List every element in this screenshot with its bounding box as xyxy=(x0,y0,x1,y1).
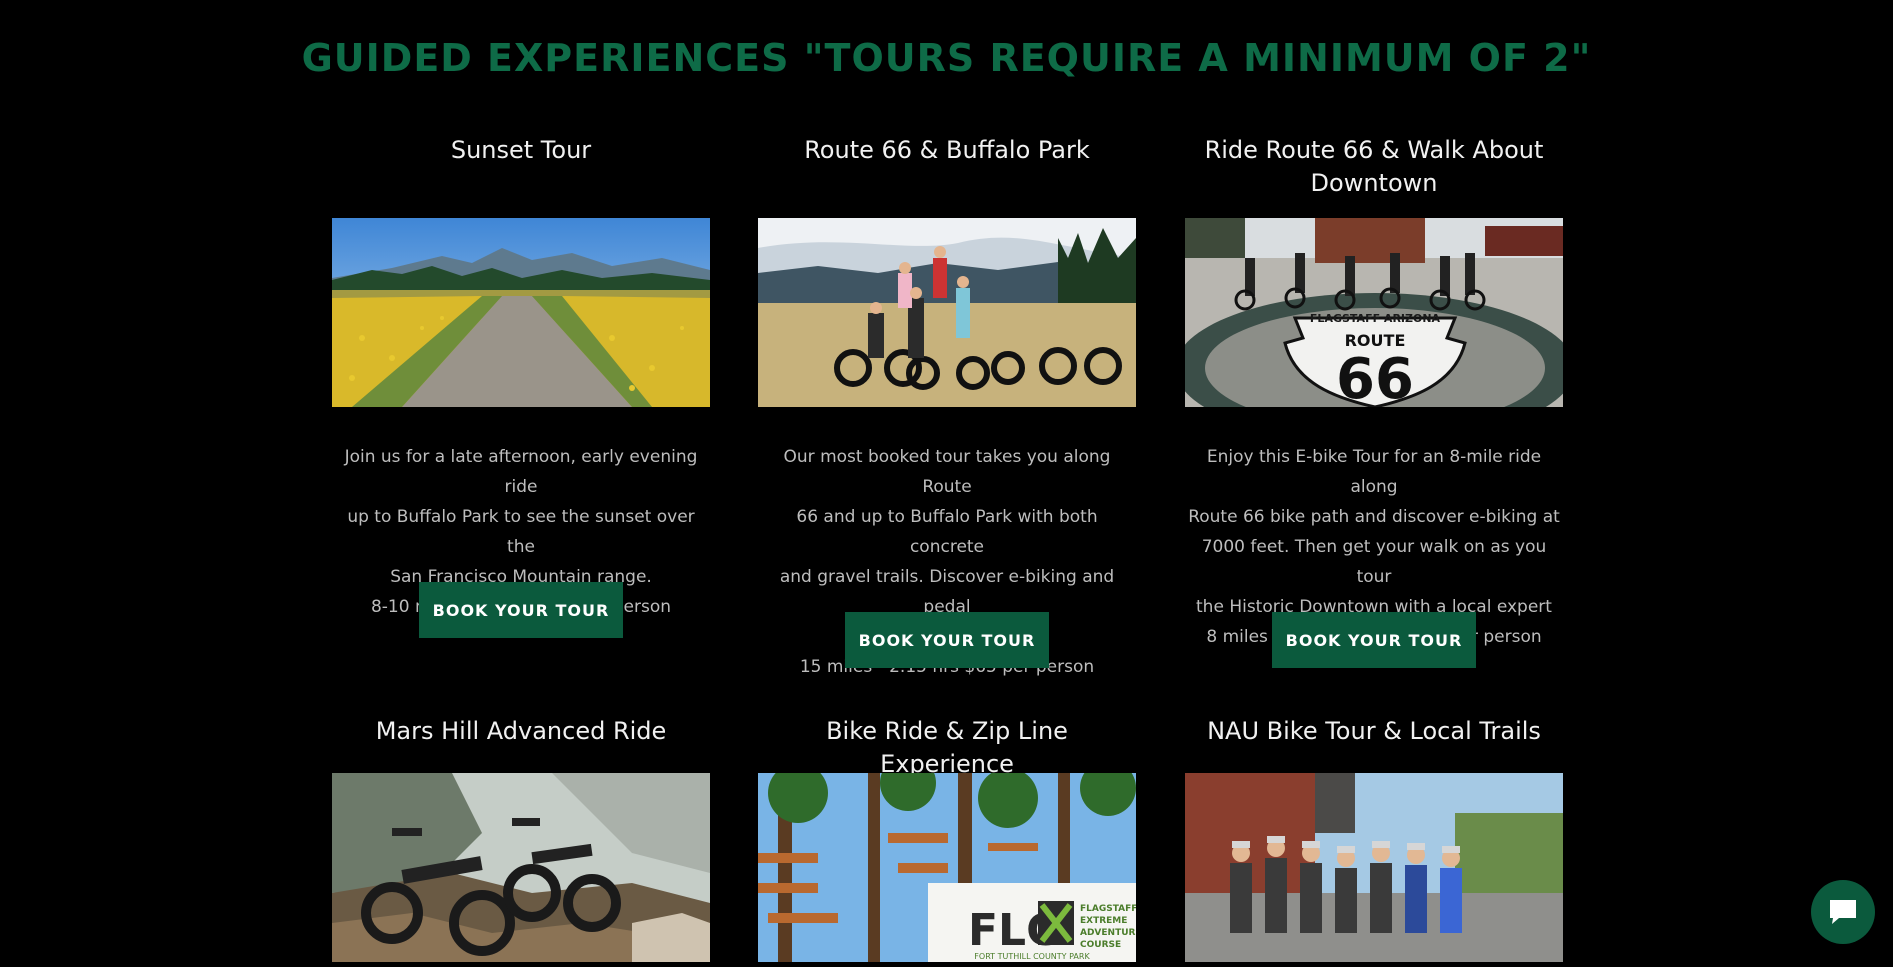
tour-card-route66-downtown: Ride Route 66 & Walk About Downtown FLAG… xyxy=(1185,134,1563,674)
tour-image-nau-group xyxy=(1185,773,1563,962)
desc-line: up to Buffalo Park to see the sunset ove… xyxy=(347,507,695,557)
tour-image-zip-line-course: FLG FLAGSTAFF EXTREME ADVENTURE COURSE F… xyxy=(758,773,1136,962)
tour-card-route66-buffalo: Route 66 & Buffalo Park Our most booked … xyxy=(758,134,1136,677)
chat-bubble-icon xyxy=(1830,900,1856,924)
book-tour-button[interactable]: BOOK YOUR TOUR xyxy=(1272,612,1476,668)
flg-line3: ADVENTURE xyxy=(1080,928,1136,938)
tour-image-riders-buffalo-park xyxy=(758,218,1136,407)
tour-image-route66-sign: FLAGSTAFF ARIZONA ROUTE 66 xyxy=(1185,218,1563,407)
tour-title-line: Ride Route 66 & Walk About xyxy=(1204,136,1544,164)
tour-image-sunset-meadow xyxy=(332,218,710,407)
tour-title-line: Downtown xyxy=(1310,169,1438,197)
desc-line: Join us for a late afternoon, early even… xyxy=(344,447,698,497)
tour-title: Mars Hill Advanced Ride xyxy=(375,717,667,745)
tour-image-mars-hill-bikes xyxy=(332,773,710,962)
desc-line: Enjoy this E-bike Tour for an 8-mile rid… xyxy=(1206,447,1542,497)
desc-line: Our most booked tour takes you along Rou… xyxy=(783,447,1111,497)
sign-arc-text: FLAGSTAFF ARIZONA xyxy=(1310,312,1441,325)
tour-card-nau: NAU Bike Tour & Local Trails xyxy=(1185,715,1563,967)
tour-card-sunset: Sunset Tour Join us for a late afternoon… xyxy=(332,134,710,644)
sign-number-text: 66 xyxy=(1336,347,1414,407)
desc-line: 7000 feet. Then get your walk on as you … xyxy=(1201,537,1547,587)
tour-title: Route 66 & Buffalo Park xyxy=(804,136,1090,164)
flg-line4: COURSE xyxy=(1080,940,1121,950)
chat-button[interactable] xyxy=(1811,880,1875,944)
book-tour-button[interactable]: BOOK YOUR TOUR xyxy=(845,612,1049,668)
flg-line2: EXTREME xyxy=(1080,916,1127,926)
book-tour-button[interactable]: BOOK YOUR TOUR xyxy=(419,582,623,638)
tour-title: NAU Bike Tour & Local Trails xyxy=(1207,717,1541,745)
tour-card-zip-line: Bike Ride & Zip Line Experience FLG FLAG… xyxy=(758,715,1136,967)
desc-line: Route 66 bike path and discover e-biking… xyxy=(1188,507,1560,527)
flg-line1: FLAGSTAFF xyxy=(1080,904,1136,914)
section-title: GUIDED EXPERIENCES "TOURS REQUIRE A MINI… xyxy=(301,36,1592,80)
tour-title: Sunset Tour xyxy=(450,136,592,164)
desc-line: 66 and up to Buffalo Park with both conc… xyxy=(796,507,1098,557)
tour-title: Bike Ride & Zip Line Experience xyxy=(826,717,1068,778)
tour-card-mars-hill: Mars Hill Advanced Ride xyxy=(332,715,710,967)
tour-title: Ride Route 66 & Walk About Downtown xyxy=(1185,134,1563,200)
page: GUIDED EXPERIENCES "TOURS REQUIRE A MINI… xyxy=(0,0,1893,967)
flg-footer: FORT TUTHILL COUNTY PARK xyxy=(974,952,1090,961)
